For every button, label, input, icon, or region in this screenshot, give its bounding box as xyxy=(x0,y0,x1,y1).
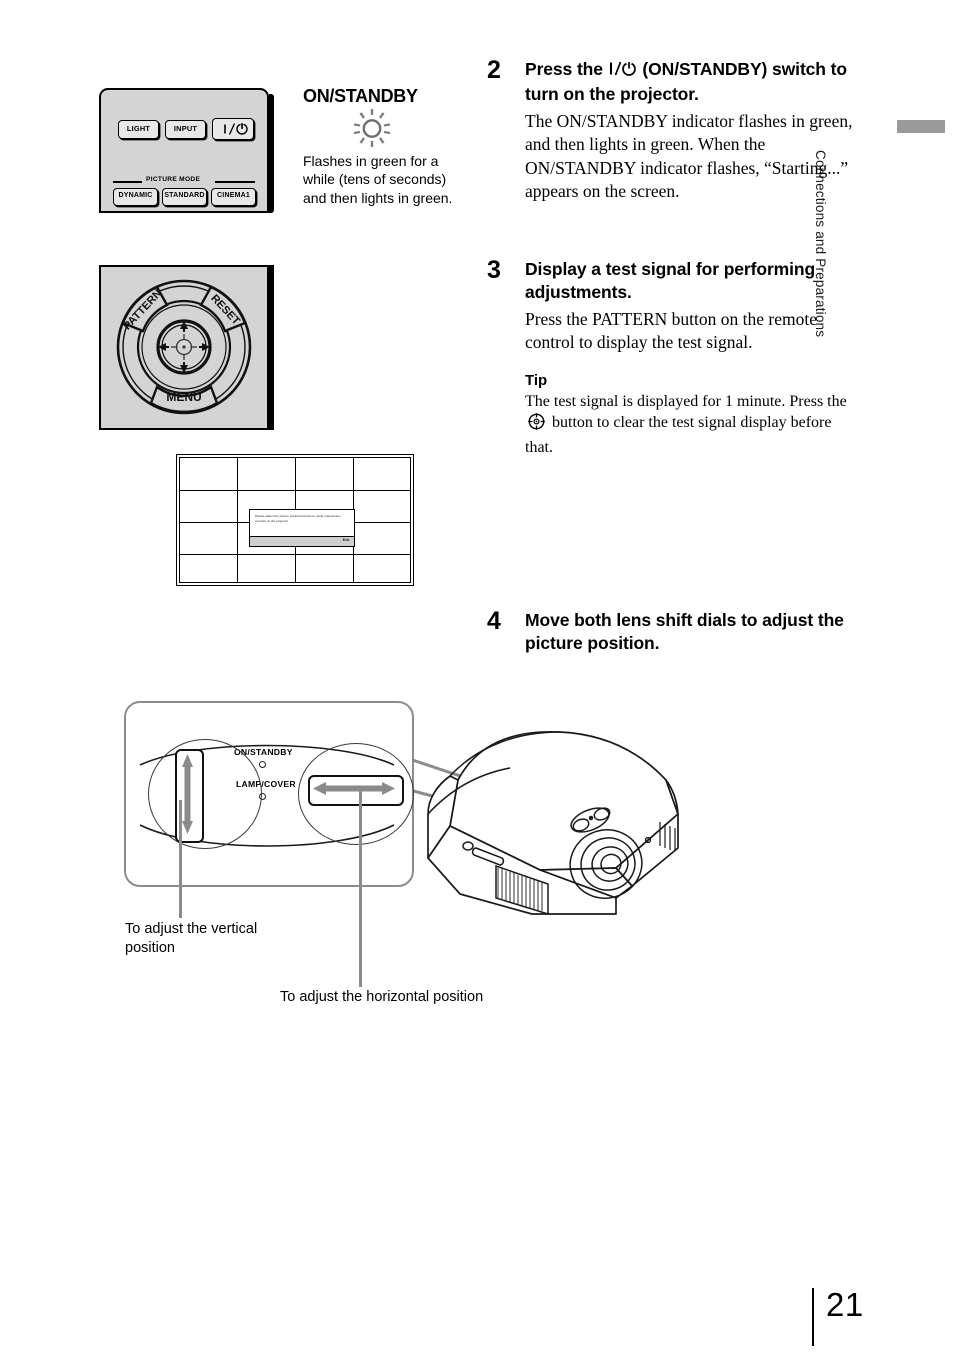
horizontal-lens-shift-dial[interactable] xyxy=(308,775,404,806)
remote-button-input[interactable]: INPUT xyxy=(165,120,206,139)
left-right-arrow-icon xyxy=(313,782,395,795)
pointer-line-vertical-dial xyxy=(179,800,182,918)
picture-mode-rule-left xyxy=(113,181,142,183)
test-pattern-dialog-message: Please adjust the picture position/size/… xyxy=(255,514,341,523)
remote-button-light[interactable]: LIGHT xyxy=(118,120,159,139)
vertical-dial-recess xyxy=(148,739,262,849)
svg-text:MENU: MENU xyxy=(166,390,201,404)
test-pattern-dialog-bar: Exit xyxy=(250,536,354,546)
step-3-heading: Display a test signal for performing adj… xyxy=(525,259,816,303)
step-2-heading: Press the (ON/STANDBY) switch to turn on… xyxy=(525,58,859,107)
test-pattern-image: Please adjust the picture position/size/… xyxy=(176,454,414,586)
caption-horizontal: To adjust the horizontal position xyxy=(280,989,484,1005)
step-2-body: The ON/STANDBY indicator flashes in gree… xyxy=(525,110,853,202)
picture-mode-label: PICTURE MODE xyxy=(146,176,201,183)
power-on-standby-inline-icon xyxy=(608,60,638,83)
remote-edge-shadow xyxy=(269,94,274,213)
test-pattern-gridline-h xyxy=(179,490,411,492)
remote-button-dynamic[interactable]: DYNAMIC xyxy=(113,188,158,206)
remote-button-power[interactable] xyxy=(212,118,254,140)
step-4-number: 4 xyxy=(487,607,501,635)
page-number: 21 xyxy=(826,1286,864,1323)
enter-button-inline-icon xyxy=(527,412,546,437)
remote-control-power-section: LIGHT INPUT PICTURE MODE DYNAMIC STANDAR… xyxy=(99,88,274,213)
step-2: 2 Press the (ON/STANDBY) switch to turn … xyxy=(487,58,859,204)
tip-heading: Tip xyxy=(525,371,548,389)
side-tab-bar xyxy=(897,120,945,133)
test-pattern-dialog-exit-label[interactable]: Exit xyxy=(343,538,349,542)
power-on-standby-icon xyxy=(224,122,248,135)
dpad-illustration: PATTERN RESET MENU xyxy=(116,279,252,415)
step-3: 3 Display a test signal for performing a… xyxy=(487,258,859,458)
page-number-rule xyxy=(812,1288,814,1346)
on-standby-callout-note: Flashes in green for a while (tens of se… xyxy=(303,153,453,206)
remote-control-dpad-section: PATTERN RESET MENU xyxy=(99,265,274,430)
test-pattern-gridline-v xyxy=(237,457,239,583)
step-4-heading: Move both lens shift dials to adjust the… xyxy=(525,610,844,654)
step-2-number: 2 xyxy=(487,56,501,84)
pointer-line-horizontal-dial xyxy=(359,790,362,987)
test-pattern-dialog: Please adjust the picture position/size/… xyxy=(249,509,355,547)
tip-body-pre: The test signal is displayed for 1 minut… xyxy=(525,392,847,410)
step-3-body: Press the PATTERN button on the remote c… xyxy=(525,308,817,353)
indicator-led-on-standby xyxy=(259,761,266,768)
remote-button-cinema1[interactable]: CINEMA1 xyxy=(211,188,256,206)
remote-button-standard[interactable]: STANDARD xyxy=(162,188,207,206)
remote-edge-shadow-lower xyxy=(269,265,274,430)
tip-body: The test signal is displayed for 1 minut… xyxy=(525,391,859,459)
picture-mode-rule-right xyxy=(215,181,255,183)
step-4: 4 Move both lens shift dials to adjust t… xyxy=(487,609,859,656)
lens-shift-callout-box: ON/STANDBY LAMP/COVER xyxy=(124,701,414,887)
projector-illustration xyxy=(427,730,679,916)
test-pattern-gridline-h xyxy=(179,554,411,556)
tip-body-post: button to clear the test signal display … xyxy=(525,413,832,457)
step-2-heading-pre: Press the xyxy=(525,59,608,79)
flashing-indicator-icon xyxy=(353,109,391,147)
step-3-number: 3 xyxy=(487,256,501,284)
caption-vertical: To adjust the vertical position xyxy=(125,921,258,957)
